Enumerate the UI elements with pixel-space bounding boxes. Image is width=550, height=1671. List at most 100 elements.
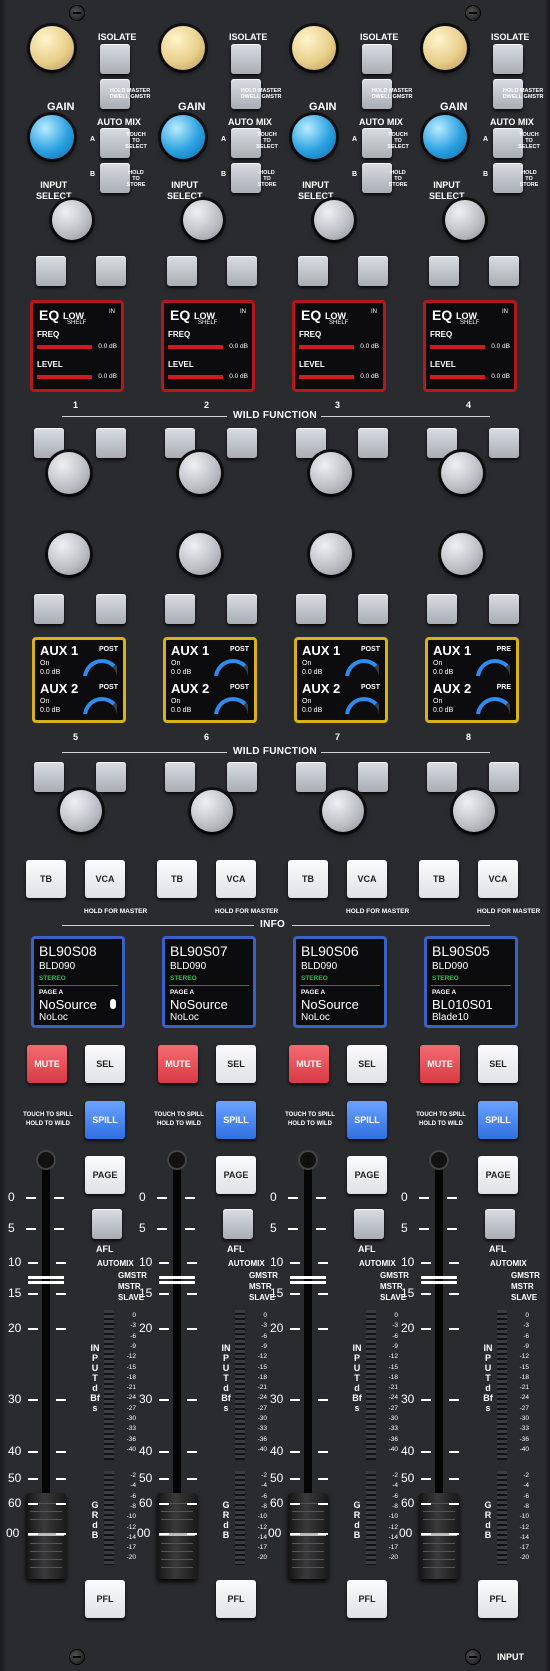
trim-knob[interactable]	[292, 26, 336, 70]
wild-left-button-2[interactable]	[427, 594, 457, 624]
input-select-left-button[interactable]	[167, 256, 197, 286]
vca-button[interactable]: VCA	[85, 860, 125, 898]
wild-knob-upper[interactable]	[179, 452, 221, 494]
wild2-right-button[interactable]	[96, 762, 126, 792]
input-select-right-button[interactable]	[358, 256, 388, 286]
tb-button[interactable]: TB	[419, 860, 459, 898]
fader-knob[interactable]	[157, 1493, 197, 1579]
fader-knob[interactable]	[288, 1493, 328, 1579]
afl-button[interactable]	[92, 1209, 122, 1239]
wild-right-button-2[interactable]	[96, 594, 126, 624]
wild-knob-lower[interactable]	[441, 533, 483, 575]
afl-button[interactable]	[223, 1209, 253, 1239]
input-select-knob[interactable]	[314, 200, 354, 240]
wild-right-button[interactable]	[227, 428, 257, 458]
pfl-button[interactable]: PFL	[478, 1580, 518, 1618]
mute-button[interactable]: MUTE	[420, 1045, 460, 1083]
wild-knob-lower[interactable]	[179, 533, 221, 575]
mute-button[interactable]: MUTE	[289, 1045, 329, 1083]
trim-knob[interactable]	[423, 26, 467, 70]
page-button[interactable]: PAGE	[85, 1156, 125, 1194]
page-button[interactable]: PAGE	[216, 1156, 256, 1194]
wild2-right-button[interactable]	[227, 762, 257, 792]
wild-knob-upper[interactable]	[310, 452, 352, 494]
wild-right-button[interactable]	[358, 428, 388, 458]
wild-right-button-2[interactable]	[358, 594, 388, 624]
gain-knob[interactable]	[292, 115, 336, 159]
wild2-knob[interactable]	[191, 790, 233, 832]
wild2-left-button[interactable]	[34, 762, 64, 792]
sel-button[interactable]: SEL	[85, 1045, 125, 1083]
wild-knob-upper[interactable]	[48, 452, 90, 494]
spill-button[interactable]: SPILL	[216, 1101, 256, 1139]
tb-button[interactable]: TB	[26, 860, 66, 898]
wild2-knob[interactable]	[322, 790, 364, 832]
wild2-left-button[interactable]	[165, 762, 195, 792]
page-button[interactable]: PAGE	[347, 1156, 387, 1194]
fader-knob[interactable]	[26, 1493, 66, 1579]
input-select-right-button[interactable]	[227, 256, 257, 286]
isolate-button[interactable]	[493, 44, 523, 74]
gain-knob[interactable]	[161, 115, 205, 159]
wild2-knob[interactable]	[60, 790, 102, 832]
spill-button[interactable]: SPILL	[347, 1101, 387, 1139]
input-select-knob[interactable]	[183, 200, 223, 240]
vca-button[interactable]: VCA	[478, 860, 518, 898]
channel-number-2: 7	[335, 732, 341, 742]
wild-knob-lower[interactable]	[48, 533, 90, 575]
wild2-knob[interactable]	[453, 790, 495, 832]
spill-button[interactable]: SPILL	[478, 1101, 518, 1139]
wild2-left-button[interactable]	[427, 762, 457, 792]
automix-b-button[interactable]	[231, 163, 261, 193]
mute-button[interactable]: MUTE	[158, 1045, 198, 1083]
isolate-button[interactable]	[100, 44, 130, 74]
fader-top-ring	[169, 1152, 185, 1168]
automix-b-button[interactable]	[100, 163, 130, 193]
wild-right-button[interactable]	[96, 428, 126, 458]
trim-knob[interactable]	[161, 26, 205, 70]
input-select-left-button[interactable]	[429, 256, 459, 286]
wild-knob-lower[interactable]	[310, 533, 352, 575]
sel-button[interactable]: SEL	[216, 1045, 256, 1083]
wild-left-button-2[interactable]	[34, 594, 64, 624]
wild-left-button-2[interactable]	[165, 594, 195, 624]
tb-button[interactable]: TB	[288, 860, 328, 898]
pfl-button[interactable]: PFL	[85, 1580, 125, 1618]
gain-knob[interactable]	[423, 115, 467, 159]
wild2-right-button[interactable]	[358, 762, 388, 792]
input-select-right-button[interactable]	[489, 256, 519, 286]
input-select-right-button[interactable]	[96, 256, 126, 286]
input-select-knob[interactable]	[445, 200, 485, 240]
wild-knob-upper[interactable]	[441, 452, 483, 494]
gain-knob[interactable]	[30, 115, 74, 159]
wild-left-button-2[interactable]	[296, 594, 326, 624]
isolate-button[interactable]	[231, 44, 261, 74]
pfl-button[interactable]: PFL	[347, 1580, 387, 1618]
wild2-left-button[interactable]	[296, 762, 326, 792]
sel-button[interactable]: SEL	[478, 1045, 518, 1083]
isolate-button[interactable]	[362, 44, 392, 74]
tb-button[interactable]: TB	[157, 860, 197, 898]
vca-button[interactable]: VCA	[347, 860, 387, 898]
input-select-knob[interactable]	[52, 200, 92, 240]
sel-button[interactable]: SEL	[347, 1045, 387, 1083]
automix-b-button[interactable]	[493, 163, 523, 193]
afl-button[interactable]	[354, 1209, 384, 1239]
wild-right-button-2[interactable]	[489, 594, 519, 624]
automix-b-button[interactable]	[362, 163, 392, 193]
pfl-button[interactable]: PFL	[216, 1580, 256, 1618]
wild-right-button[interactable]	[489, 428, 519, 458]
page-button[interactable]: PAGE	[478, 1156, 518, 1194]
trim-knob[interactable]	[30, 26, 74, 70]
fader-knob[interactable]	[419, 1493, 459, 1579]
wild2-right-button[interactable]	[489, 762, 519, 792]
afl-button[interactable]	[485, 1209, 515, 1239]
mute-button[interactable]: MUTE	[27, 1045, 67, 1083]
input-select-left-button[interactable]	[36, 256, 66, 286]
spill-button[interactable]: SPILL	[85, 1101, 125, 1139]
automix-b-label: B	[483, 171, 489, 178]
input-select-left-button[interactable]	[298, 256, 328, 286]
wild-right-button-2[interactable]	[227, 594, 257, 624]
aux-pan-gauge	[345, 659, 379, 676]
vca-button[interactable]: VCA	[216, 860, 256, 898]
